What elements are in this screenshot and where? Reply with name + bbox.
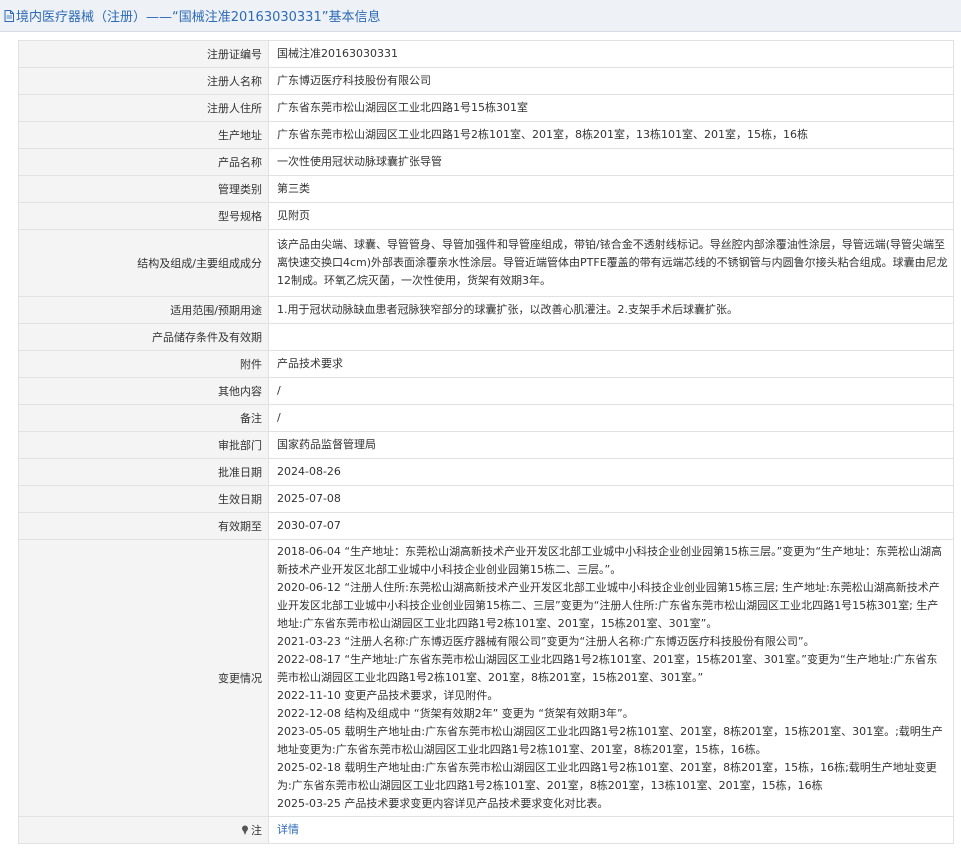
field-label: 注册证编号 — [18, 40, 269, 68]
field-value: / — [268, 404, 954, 432]
table-row-changes: 变更情况 2018-06-04 “生产地址：东莞松山湖高新技术产业开发区北部工业… — [18, 539, 954, 817]
change-item: 2020-06-12 “注册人住所:东莞松山湖高新技术产业开发区北部工业城中小科… — [277, 581, 940, 630]
field-label: 变更情况 — [18, 539, 269, 817]
page-title: 境内医疗器械（注册）——“国械注准20163030331”基本信息 — [16, 10, 381, 25]
change-item: 2023-05-05 载明生产地址由:广东省东莞市松山湖园区工业北四路1号2栋1… — [277, 725, 943, 756]
table-row: 其他内容 / — [18, 377, 954, 405]
field-value: 2025-07-08 — [268, 485, 954, 513]
note-label-cell: 注 — [18, 816, 269, 844]
table-row: 生效日期 2025-07-08 — [18, 485, 954, 513]
field-value: 2030-07-07 — [268, 512, 954, 540]
change-item: 2022-12-08 结构及组成中 “货架有效期2年” 变更为 “货架有效期3年… — [277, 707, 634, 720]
table-row: 结构及组成/主要组成成分 该产品由尖端、球囊、导管管身、导管加强件和导管座组成，… — [18, 229, 954, 297]
field-label: 产品储存条件及有效期 — [18, 323, 269, 351]
table-row-note: 注 详情 — [18, 816, 954, 844]
change-item: 2018-06-04 “生产地址：东莞松山湖高新技术产业开发区北部工业城中小科技… — [277, 545, 943, 576]
field-value: 国械注准20163030331 — [268, 40, 954, 68]
table-row: 注册人名称 广东博迈医疗科技股份有限公司 — [18, 67, 954, 95]
field-label: 产品名称 — [18, 148, 269, 176]
table-row: 备注 / — [18, 404, 954, 432]
note-label: 注 — [251, 824, 262, 837]
field-label: 备注 — [18, 404, 269, 432]
field-value: 广东省东莞市松山湖园区工业北四路1号2栋101室、201室，8栋201室，13栋… — [268, 121, 954, 149]
field-value: 产品技术要求 — [268, 350, 954, 378]
field-label: 批准日期 — [18, 458, 269, 486]
field-label: 有效期至 — [18, 512, 269, 540]
table-row: 产品名称 一次性使用冠状动脉球囊扩张导管 — [18, 148, 954, 176]
page-title-bar: 境内医疗器械（注册）——“国械注准20163030331”基本信息 — [0, 0, 961, 32]
change-history: 2018-06-04 “生产地址：东莞松山湖高新技术产业开发区北部工业城中小科技… — [268, 539, 954, 817]
table-row: 管理类别 第三类 — [18, 175, 954, 203]
details-link[interactable]: 详情 — [277, 823, 299, 836]
table-row: 产品储存条件及有效期 — [18, 323, 954, 351]
change-item: 2022-11-10 变更产品技术要求，详见附件。 — [277, 689, 499, 702]
content-area: 注册证编号 国械注准20163030331 注册人名称 广东博迈医疗科技股份有限… — [0, 32, 961, 844]
pin-icon — [242, 825, 248, 835]
table-row: 适用范围/预期用途 1.用于冠状动脉缺血患者冠脉狭窄部分的球囊扩张，以改善心肌灌… — [18, 296, 954, 324]
registration-info-table: 注册证编号 国械注准20163030331 注册人名称 广东博迈医疗科技股份有限… — [18, 40, 954, 844]
change-item: 2022-08-17 “生产地址:广东省东莞市松山湖园区工业北四路1号2栋101… — [277, 653, 938, 684]
field-label: 适用范围/预期用途 — [18, 296, 269, 324]
document-icon — [4, 9, 14, 22]
field-value: 一次性使用冠状动脉球囊扩张导管 — [268, 148, 954, 176]
field-value: 广东博迈医疗科技股份有限公司 — [268, 67, 954, 95]
field-value: 第三类 — [268, 175, 954, 203]
change-item: 2021-03-23 “注册人名称:广东博迈医疗器械有限公司”变更为“注册人名称… — [277, 635, 815, 648]
note-value-cell: 详情 — [268, 816, 954, 844]
field-label: 型号规格 — [18, 202, 269, 230]
field-label: 注册人名称 — [18, 67, 269, 95]
field-label: 注册人住所 — [18, 94, 269, 122]
field-value: 广东省东莞市松山湖园区工业北四路1号15栋301室 — [268, 94, 954, 122]
field-value: / — [268, 377, 954, 405]
table-row: 注册人住所 广东省东莞市松山湖园区工业北四路1号15栋301室 — [18, 94, 954, 122]
field-label: 附件 — [18, 350, 269, 378]
field-label: 其他内容 — [18, 377, 269, 405]
change-item: 2025-02-18 载明生产地址由:广东省东莞市松山湖园区工业北四路1号2栋1… — [277, 761, 937, 792]
field-value: 该产品由尖端、球囊、导管管身、导管加强件和导管座组成，带铂/铱合金不透射线标记。… — [268, 229, 954, 297]
table-row: 附件 产品技术要求 — [18, 350, 954, 378]
field-label: 管理类别 — [18, 175, 269, 203]
table-row: 型号规格 见附页 — [18, 202, 954, 230]
table-row: 审批部门 国家药品监督管理局 — [18, 431, 954, 459]
table-row: 生产地址 广东省东莞市松山湖园区工业北四路1号2栋101室、201室，8栋201… — [18, 121, 954, 149]
field-label: 生产地址 — [18, 121, 269, 149]
field-value: 国家药品监督管理局 — [268, 431, 954, 459]
field-label: 结构及组成/主要组成成分 — [18, 229, 269, 297]
table-row: 注册证编号 国械注准20163030331 — [18, 40, 954, 68]
field-value: 1.用于冠状动脉缺血患者冠脉狭窄部分的球囊扩张，以改善心肌灌注。2.支架手术后球… — [268, 296, 954, 324]
field-label: 审批部门 — [18, 431, 269, 459]
field-label: 生效日期 — [18, 485, 269, 513]
field-value — [268, 323, 954, 351]
field-value: 2024-08-26 — [268, 458, 954, 486]
table-row: 批准日期 2024-08-26 — [18, 458, 954, 486]
change-item: 2025-03-25 产品技术要求变更内容详见产品技术要求变化对比表。 — [277, 797, 609, 810]
field-value: 见附页 — [268, 202, 954, 230]
table-row: 有效期至 2030-07-07 — [18, 512, 954, 540]
